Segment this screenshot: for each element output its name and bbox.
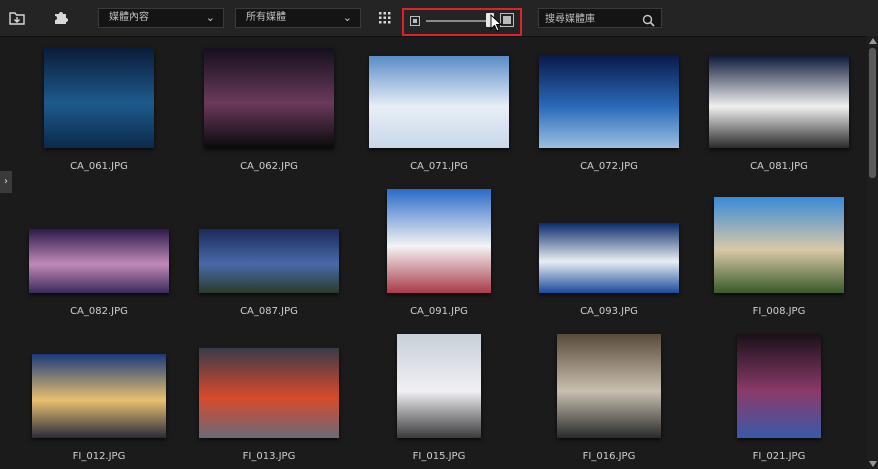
media-filename: FI_012.JPG (72, 451, 126, 462)
category-dropdown-value: 媒體內容 (109, 12, 149, 23)
media-filename: CA_061.JPG (70, 161, 128, 172)
filter-dropdown-value: 所有媒體 (246, 12, 286, 23)
media-filename: CA_087.JPG (240, 306, 298, 317)
mouse-pointer-icon (490, 13, 503, 36)
scroll-up-arrow-icon[interactable] (869, 38, 877, 44)
media-thumbnail[interactable] (199, 348, 339, 438)
search-input[interactable] (539, 9, 647, 29)
puzzle-plugin-icon[interactable] (50, 8, 72, 28)
media-thumbnail[interactable] (369, 56, 509, 148)
media-thumbnail[interactable] (199, 229, 339, 293)
large-thumbnail-icon[interactable] (500, 13, 514, 27)
media-grid: CA_061.JPG CA_062.JPG CA_071.JPG CA_072.JPG… (14, 38, 862, 464)
media-filename: FI_015.JPG (412, 451, 466, 462)
media-thumbnail[interactable] (32, 354, 166, 438)
filter-dropdown[interactable]: 所有媒體 ⌄ (235, 8, 361, 28)
vertical-scrollbar[interactable] (867, 36, 878, 469)
chevron-down-icon: ⌄ (342, 11, 352, 24)
media-item[interactable]: CA_093.JPG (524, 183, 694, 323)
media-thumbnail[interactable] (204, 48, 334, 148)
scrollbar-thumb[interactable] (869, 48, 876, 178)
media-filename: FI_008.JPG (752, 306, 806, 317)
media-item[interactable]: CA_091.JPG (354, 183, 524, 323)
media-filename: FI_013.JPG (242, 451, 296, 462)
media-filename: FI_016.JPG (582, 451, 636, 462)
media-filename: CA_071.JPG (410, 161, 468, 172)
media-item[interactable]: CA_071.JPG (354, 38, 524, 178)
media-filename: CA_082.JPG (70, 306, 128, 317)
media-filename: CA_062.JPG (240, 161, 298, 172)
thumbnail-size-slider[interactable] (402, 8, 522, 36)
media-thumbnail[interactable] (737, 334, 821, 438)
media-item[interactable]: FI_012.JPG (14, 328, 184, 468)
media-thumbnail[interactable] (29, 229, 169, 293)
media-thumbnail[interactable] (539, 223, 679, 293)
media-thumbnail[interactable] (557, 334, 661, 438)
toolbar: 媒體內容 ⌄ 所有媒體 ⌄ (0, 0, 878, 37)
media-item[interactable]: CA_061.JPG (14, 38, 184, 178)
media-filename: FI_021.JPG (752, 451, 806, 462)
expand-panel-button[interactable]: › (0, 171, 12, 193)
media-item[interactable]: CA_081.JPG (694, 38, 864, 178)
media-item[interactable]: FI_008.JPG (694, 183, 864, 323)
media-filename: CA_081.JPG (750, 161, 808, 172)
category-dropdown[interactable]: 媒體內容 ⌄ (98, 8, 224, 28)
scroll-down-arrow-icon[interactable] (869, 461, 877, 467)
media-item[interactable]: CA_082.JPG (14, 183, 184, 323)
media-filename: CA_091.JPG (410, 306, 468, 317)
media-thumbnail[interactable] (44, 48, 154, 148)
media-thumbnail[interactable] (387, 189, 491, 293)
grid-view-icon[interactable] (374, 8, 396, 28)
media-thumbnail[interactable] (539, 56, 679, 148)
search-icon[interactable] (642, 12, 655, 31)
media-item[interactable]: CA_087.JPG (184, 183, 354, 323)
media-filename: CA_072.JPG (580, 161, 638, 172)
media-thumbnail[interactable] (714, 197, 844, 293)
media-item[interactable]: FI_013.JPG (184, 328, 354, 468)
media-item[interactable]: FI_016.JPG (524, 328, 694, 468)
chevron-down-icon: ⌄ (205, 11, 215, 24)
media-filename: CA_093.JPG (580, 306, 638, 317)
media-thumbnail[interactable] (397, 334, 481, 438)
search-box[interactable] (538, 8, 662, 31)
media-item[interactable]: FI_021.JPG (694, 328, 864, 468)
slider-track[interactable] (426, 20, 490, 22)
media-item[interactable]: CA_062.JPG (184, 38, 354, 178)
import-folder-icon[interactable] (6, 8, 28, 28)
media-thumbnail[interactable] (709, 56, 849, 148)
small-thumbnail-icon[interactable] (410, 16, 420, 26)
media-item[interactable]: CA_072.JPG (524, 38, 694, 178)
media-item[interactable]: FI_015.JPG (354, 328, 524, 468)
